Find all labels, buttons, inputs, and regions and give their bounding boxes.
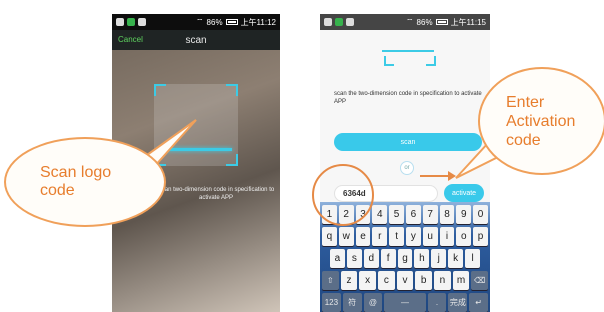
code-highlight-circle	[312, 164, 374, 226]
callout-text: Scan logo code	[40, 164, 112, 199]
callout-activation-code: Enter Activation code	[478, 67, 604, 175]
callout-text: Enter Activation code	[506, 93, 576, 149]
arrow-head-icon	[448, 171, 456, 181]
callout-scan-logo: Scan logo code	[4, 137, 166, 227]
